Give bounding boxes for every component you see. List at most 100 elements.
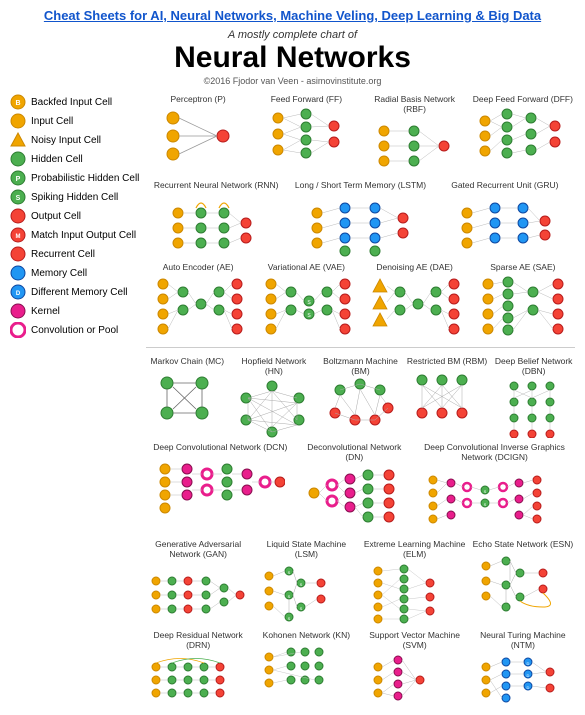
svg-text:P: P [16,176,21,183]
network-mc: Markov Chain (MC) [146,356,229,428]
network-vae: Variational AE (VAE) S S [254,262,358,339]
sae-diagram [478,274,568,339]
legend-prob-label: Probabilistic Hidden Cell [31,173,139,184]
legend-hidden: Hidden Cell [10,151,140,167]
legend-input-label: Input Cell [31,116,73,127]
bm-label: Boltzmann Machine (BM) [319,356,402,376]
network-sae: Sparse AE (SAE) [471,262,575,339]
network-bm: Boltzmann Machine (BM) [319,356,402,438]
rbm-label: Restricted BM (RBM) [407,356,487,366]
legend-output: Output Cell [10,208,140,224]
legend-conv: Convolution or Pool [10,322,140,338]
network-row-4: Markov Chain (MC) [146,356,575,438]
legend-prob-hidden: P Probabilistic Hidden Cell [10,170,140,186]
network-esn: Echo State Network (ESN) [471,539,575,616]
dcign-diagram: S S [425,465,565,535]
legend-diff-memory: D Different Memory Cell [10,284,140,300]
rbm-diagram [407,368,487,428]
ae-diagram [153,274,243,339]
rnn-diagram [166,193,266,258]
legend-output-label: Output Cell [31,211,81,222]
kn-label: Kohonen Network (KN) [263,630,350,640]
subtitle: A mostly complete chart of [10,29,575,41]
network-rnn: Recurrent Neural Network (RNN) [146,180,286,257]
dff-label: Deep Feed Forward (DFF) [473,94,573,104]
legend-spiking-label: Spiking Hidden Cell [31,192,118,203]
legend-noisy-label: Noisy Input Cell [31,135,101,146]
svg-text:S: S [288,594,291,599]
legend-input: Input Cell [10,113,140,129]
svg-text:D: D [526,673,529,678]
legend-backfed-input: B Backfed Input Cell [10,94,140,110]
main-heading: Neural Networks [10,41,575,74]
elm-diagram [370,561,460,626]
svg-text:S: S [288,616,291,621]
svg-text:D: D [16,291,21,297]
esn-label: Echo State Network (ESN) [473,539,574,549]
lstm-label: Long / Short Term Memory (LSTM) [295,180,426,190]
rnn-label: Recurrent Neural Network (RNN) [154,180,279,190]
svg-text:S: S [16,195,21,202]
kn-diagram [261,642,351,697]
network-hn: Hopfield Network (HN) [233,356,316,438]
gan-label: Generative Adversarial Network (GAN) [146,539,250,559]
mc-label: Markov Chain (MC) [150,356,224,366]
svg-text:S: S [300,606,303,611]
legend-hidden-label: Hidden Cell [31,154,83,165]
page-container: Cheat Sheets for AI, Neural Networks, Ma… [0,0,585,715]
network-dcn: Deep Convolutional Network (DCN) [146,442,295,524]
ntm-label: Neural Turing Machine (NTM) [471,630,575,650]
content-area: B Backfed Input Cell Input Cell Noisy In… [10,94,575,707]
elm-label: Extreme Learning Machine (ELM) [363,539,467,559]
dbn-diagram [494,378,574,438]
hn-diagram [234,378,314,438]
legend-conv-label: Convolution or Pool [31,325,118,336]
network-ff: Feed Forward (FF) [254,94,358,166]
dff-diagram [475,106,570,166]
vae-diagram: S S [261,274,351,339]
lstm-diagram [305,193,415,258]
ntm-diagram: D D D [478,652,568,707]
svg-text:S: S [483,489,486,494]
network-row-7: Deep Residual Network (DRN) [146,630,575,707]
svg-text:S: S [300,582,303,587]
dbn-label: Deep Belief Network (DBN) [492,356,575,376]
mc-diagram [147,368,227,428]
svg-text:S: S [288,570,291,575]
credit-text: ©2016 Fjodor van Veen - asimovinstitute.… [10,76,575,86]
svg-text:M: M [16,234,21,240]
network-row-6: Generative Adversarial Network (GAN) [146,539,575,626]
legend-recurrent: Recurrent Cell [10,246,140,262]
ae-label: Auto Encoder (AE) [163,262,234,272]
network-dn: Deconvolutional Network (DN) [299,442,410,534]
network-row-1: Perceptron (P) [146,94,575,176]
network-gru: Gated Recurrent Unit (GRU) [435,180,575,257]
bm-diagram [320,378,400,438]
network-lsm: Liquid State Machine (LSM) S S S [254,539,358,626]
page-title[interactable]: Cheat Sheets for AI, Neural Networks, Ma… [10,8,575,23]
vae-label: Variational AE (VAE) [268,262,345,272]
perceptron-diagram [158,106,238,166]
network-dcign: Deep Convolutional Inverse Graphics Netw… [414,442,575,534]
perceptron-label: Perceptron (P) [170,94,225,104]
network-row-3: Auto Encoder (AE) [146,262,575,339]
ff-diagram [266,106,346,166]
dcign-label: Deep Convolutional Inverse Graphics Netw… [414,442,575,462]
rbf-diagram [372,116,457,176]
ff-label: Feed Forward (FF) [271,94,342,104]
network-dbn: Deep Belief Network (DBN) [492,356,575,438]
gru-diagram [455,193,555,258]
sae-label: Sparse AE (SAE) [490,262,555,272]
network-ntm: Neural Turing Machine (NTM) D [471,630,575,707]
dn-diagram [304,465,404,535]
rbf-label: Radial Basis Network (RBF) [363,94,467,114]
legend-memory-label: Memory Cell [31,268,87,279]
lsm-diagram: S S S S S [261,561,351,626]
drn-label: Deep Residual Network (DRN) [146,630,250,650]
dcn-label: Deep Convolutional Network (DCN) [153,442,287,452]
dn-label: Deconvolutional Network (DN) [299,442,410,462]
network-ae: Auto Encoder (AE) [146,262,250,339]
network-dae: Denoising AE (DAE) [363,262,467,339]
legend-kernel: Kernel [10,303,140,319]
network-row-2: Recurrent Neural Network (RNN) [146,180,575,257]
